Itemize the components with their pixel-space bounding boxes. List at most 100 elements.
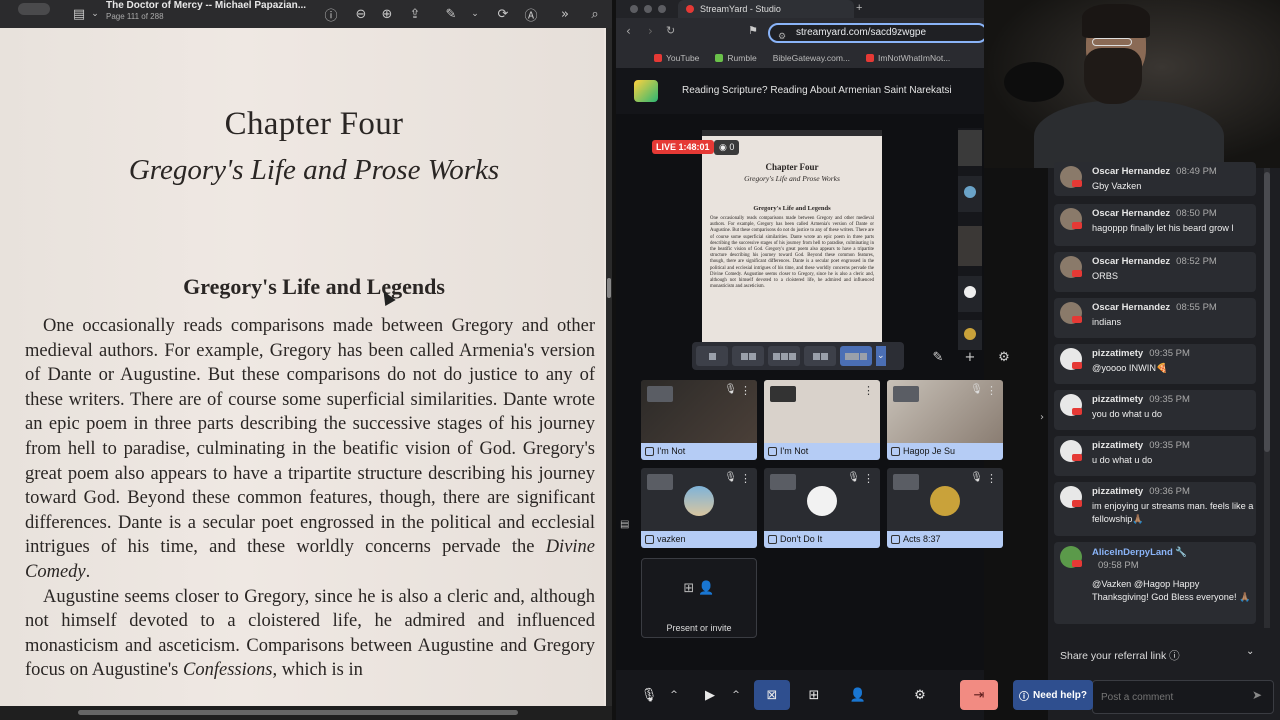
- site-settings-icon[interactable]: ⚙: [778, 28, 786, 44]
- section-heading: Gregory's Life and Legends: [183, 274, 445, 299]
- edit-icon[interactable]: ✎: [928, 350, 948, 366]
- info-icon[interactable]: ⓘ: [322, 5, 340, 24]
- mic-options-button[interactable]: ^: [666, 680, 682, 710]
- participant-tile[interactable]: 🎙 ⋮ Acts 8:37: [887, 468, 1003, 548]
- person-icon: [647, 474, 673, 490]
- vertical-scrollbar[interactable]: [606, 28, 612, 708]
- annotate-icon[interactable]: Ⓐ: [522, 5, 540, 24]
- bookmark-icon[interactable]: ⚑: [748, 24, 758, 37]
- preview-subtitle: Gregory's Life and Prose Works: [744, 174, 840, 183]
- add-icon[interactable]: +: [960, 350, 980, 366]
- scrollbar-thumb[interactable]: [1264, 172, 1270, 452]
- horizontal-scrollbar[interactable]: [0, 706, 612, 720]
- live-badge: LIVE 1:48:01: [652, 140, 714, 154]
- layout-screen[interactable]: [840, 346, 872, 366]
- chevron-down-icon[interactable]: ⌄: [466, 5, 484, 23]
- more-options-icon[interactable]: ⋮: [740, 384, 751, 397]
- participant-name: I'm Not: [764, 443, 880, 460]
- present-or-invite-card[interactable]: ⊞ 👤 Present or invite: [641, 558, 757, 638]
- message-author: AliceInDerpyLand 🔧 09:58 PM: [1092, 546, 1212, 572]
- layout-group[interactable]: [768, 346, 800, 366]
- zoom-in-icon[interactable]: ⊕: [378, 5, 396, 23]
- person-icon: [893, 474, 919, 490]
- preview-body: One occasionally reads comparisons made …: [710, 216, 874, 290]
- participant-name: I'm Not: [641, 443, 757, 460]
- participant-name: Acts 8:37: [887, 531, 1003, 548]
- author-name: pizzatimety: [1092, 394, 1144, 405]
- zoom-out-icon[interactable]: ⊖: [352, 5, 370, 23]
- message-author: pizzatimety 09:35 PM: [1092, 440, 1190, 451]
- pdf-reader-window: ▤ ⌄ The Doctor of Mercy -- Michael Papaz…: [0, 0, 612, 720]
- url-field[interactable]: ⚙ streamyard.com/sacd9zwgpe: [768, 23, 988, 43]
- need-help-button[interactable]: ⓘ Need help?: [1013, 680, 1093, 710]
- bookmark-imnotwhatimnot[interactable]: ImNotWhatImNot...: [866, 53, 950, 63]
- scrollbar-thumb[interactable]: [607, 278, 611, 298]
- more-options-icon[interactable]: ⋮: [986, 384, 997, 397]
- mic-muted-icon[interactable]: 🎙: [724, 472, 737, 483]
- more-icon[interactable]: »: [556, 5, 574, 23]
- participant-tile[interactable]: 🎙 ⋮ Don't Do It: [764, 468, 880, 548]
- close-window-button[interactable]: [630, 5, 638, 13]
- bookmark-biblegateway[interactable]: BibleGateway.com...: [773, 53, 850, 63]
- sidebar-toggle-button[interactable]: [18, 3, 50, 15]
- participant-tile[interactable]: ⋮ I'm Not: [764, 380, 880, 460]
- tab-streamyard[interactable]: StreamYard - Studio: [678, 0, 854, 18]
- studio-settings-icon[interactable]: ⚙: [994, 350, 1014, 366]
- markup-pen-icon[interactable]: ✎: [442, 5, 460, 23]
- maximize-window-button[interactable]: [658, 5, 666, 13]
- author-name: pizzatimety: [1092, 348, 1144, 359]
- paragraph-tail: .: [85, 561, 91, 582]
- mic-icon[interactable]: 🎙: [724, 384, 737, 395]
- mic-muted-icon[interactable]: 🎙: [970, 472, 983, 483]
- reload-icon[interactable]: ↻: [666, 24, 675, 37]
- more-options-icon[interactable]: ⋮: [863, 384, 874, 397]
- send-icon[interactable]: ➤: [1252, 688, 1262, 702]
- side-panel-icon[interactable]: ▤: [620, 519, 634, 539]
- forward-icon[interactable]: ›: [648, 24, 653, 38]
- side-thumbnail: [958, 226, 982, 266]
- chevron-down-icon[interactable]: ⌄: [86, 5, 104, 23]
- search-icon[interactable]: ⌕: [586, 5, 604, 23]
- participant-tile[interactable]: 🎙 ⋮ vazken: [641, 468, 757, 548]
- layout-thin[interactable]: [732, 346, 764, 366]
- participant-tile[interactable]: 🎙 ⋮ Hagop Je Su: [887, 380, 1003, 460]
- streamyard-logo: [634, 80, 658, 102]
- layout-leader[interactable]: [804, 346, 836, 366]
- participant-tile[interactable]: 🎙 ⋮ I'm Not: [641, 380, 757, 460]
- camera-options-button[interactable]: ^: [728, 680, 744, 710]
- chevron-down-icon[interactable]: ⌄: [1246, 646, 1254, 657]
- chat-scrollbar[interactable]: [1264, 168, 1270, 628]
- invite-button[interactable]: 👤: [844, 680, 872, 710]
- layout-solo[interactable]: [696, 346, 728, 366]
- person-icon: [891, 447, 900, 456]
- rotate-icon[interactable]: ⟳: [494, 5, 512, 23]
- more-options-icon[interactable]: ⋮: [986, 472, 997, 485]
- help-icon[interactable]: ⓘ: [1169, 650, 1180, 662]
- referral-link[interactable]: Share your referral link ⓘ: [1060, 648, 1180, 663]
- more-options-icon[interactable]: ⋮: [863, 472, 874, 485]
- comment-input[interactable]: [1092, 680, 1274, 714]
- mic-button[interactable]: 🎙: [636, 680, 662, 710]
- chevron-down-icon[interactable]: ⌄: [876, 346, 886, 366]
- studio-header: Reading Scripture? Reading About Armenia…: [616, 68, 984, 114]
- minimize-window-button[interactable]: [644, 5, 652, 13]
- bookmark-youtube[interactable]: YouTube: [654, 53, 699, 63]
- broadcast-title[interactable]: Reading Scripture? Reading About Armenia…: [682, 85, 952, 96]
- rumble-icon: [715, 54, 724, 62]
- camera-button[interactable]: ▶: [696, 680, 724, 710]
- collapse-chat-icon[interactable]: ›: [1040, 412, 1044, 423]
- scrollbar-thumb[interactable]: [78, 710, 518, 715]
- more-options-icon[interactable]: ⋮: [740, 472, 751, 485]
- bookmark-rumble[interactable]: Rumble: [715, 53, 757, 63]
- back-icon[interactable]: ‹: [626, 24, 631, 38]
- chat-panel: Oscar Hernandez 08:49 PM Gby Vazken Oscar…: [1048, 162, 1280, 720]
- stop-share-button[interactable]: ⊠: [754, 680, 790, 710]
- settings-button[interactable]: ⚙: [906, 680, 934, 710]
- person-beard: [1084, 48, 1142, 104]
- share-screen-button[interactable]: ⊞: [800, 680, 828, 710]
- new-tab-button[interactable]: +: [856, 2, 862, 14]
- mic-icon[interactable]: 🎙: [970, 384, 983, 395]
- leave-studio-button[interactable]: ⇥: [960, 680, 998, 710]
- mic-muted-icon[interactable]: 🎙: [847, 472, 860, 483]
- share-icon[interactable]: ⇪: [406, 5, 424, 23]
